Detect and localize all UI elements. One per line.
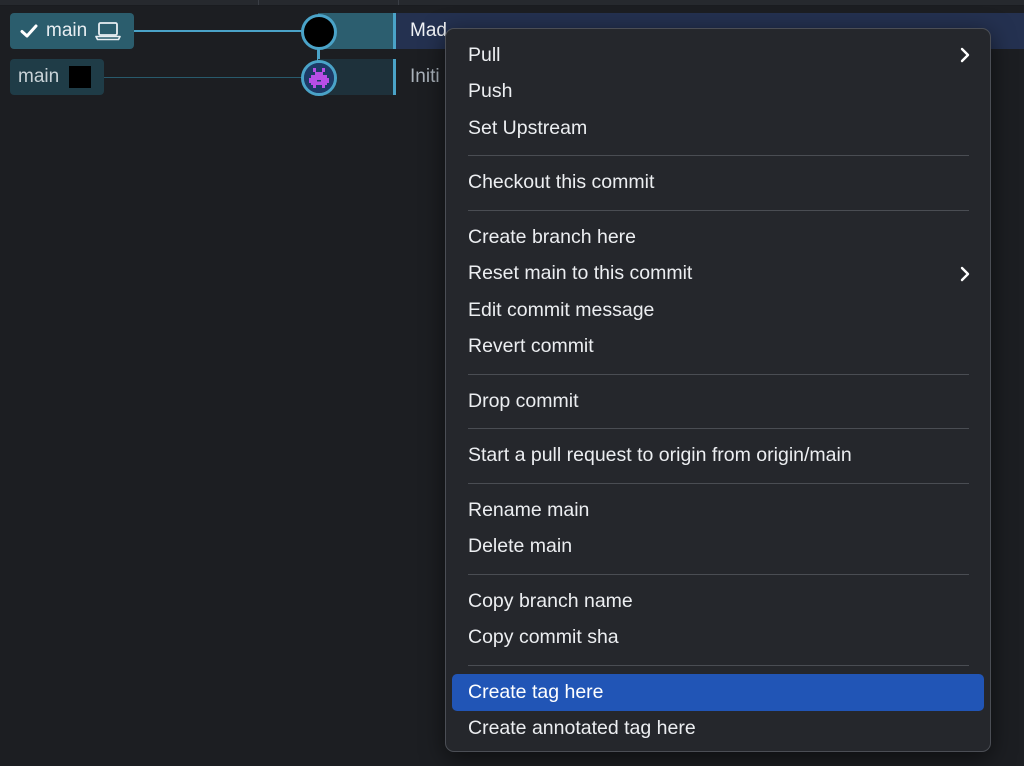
menu-item-label: Copy commit sha [468, 626, 619, 649]
menu-item-create-branch-here[interactable]: Create branch here [452, 219, 984, 256]
menu-item-label: Edit commit message [468, 298, 655, 321]
commit-node-avatar[interactable] [301, 14, 337, 50]
menu-item-set-upstream[interactable]: Set Upstream [452, 110, 984, 147]
menu-item-create-tag-here[interactable]: Create tag here [452, 674, 984, 711]
menu-separator [468, 664, 969, 666]
branch-connector-line [134, 30, 302, 32]
branch-badge-local-main[interactable]: main [10, 13, 134, 49]
menu-item-label: Rename main [468, 498, 590, 521]
menu-item-push[interactable]: Push [452, 74, 984, 111]
menu-separator [468, 155, 969, 156]
menu-item-label: Pull [468, 43, 501, 66]
graph-header [0, 0, 1024, 6]
menu-item-label: Drop commit [468, 389, 579, 412]
branch-badge-remote-main[interactable]: main [10, 59, 104, 95]
menu-item-label: Delete main [468, 535, 573, 558]
laptop-icon [95, 22, 121, 41]
column-divider[interactable] [258, 0, 259, 5]
menu-item-label: Set Upstream [468, 116, 588, 139]
pixel-avatar-icon [304, 63, 334, 93]
check-icon [20, 24, 38, 38]
remote-avatar-icon [69, 66, 92, 88]
menu-item-checkout-this-commit[interactable]: Checkout this commit [452, 165, 984, 202]
branch-connector-line [104, 77, 302, 78]
commit-context-menu: Pull Push Set Upstream Checkout this commit… [445, 28, 991, 752]
menu-item-label: Reset main to this commit [468, 262, 693, 285]
menu-item-edit-commit-message[interactable]: Edit commit message [452, 292, 984, 329]
menu-separator [468, 209, 969, 211]
menu-item-reset-main-to-this-commit[interactable]: Reset main to this commit [452, 256, 984, 293]
menu-item-label: Copy branch name [468, 589, 633, 612]
menu-item-pull[interactable]: Pull [452, 37, 984, 74]
branch-label: main [18, 66, 60, 87]
menu-item-rename-main[interactable]: Rename main [452, 492, 984, 529]
commit-node-avatar[interactable] [301, 60, 337, 96]
menu-item-copy-branch-name[interactable]: Copy branch name [452, 583, 984, 620]
menu-item-create-annotated-tag-here[interactable]: Create annotated tag here [452, 711, 984, 748]
menu-separator [468, 373, 969, 375]
chevron-right-icon [960, 266, 970, 281]
menu-item-delete-main[interactable]: Delete main [452, 529, 984, 566]
menu-separator [468, 428, 969, 429]
menu-separator [468, 482, 969, 484]
commit-message: Mad [410, 20, 447, 41]
column-divider[interactable] [398, 0, 399, 5]
menu-item-label: Revert commit [468, 335, 594, 358]
menu-item-drop-commit[interactable]: Drop commit [452, 383, 984, 420]
menu-item-label: Push [468, 80, 513, 103]
menu-item-start-a-pull-request-to-origin-from-origin-main[interactable]: Start a pull request to origin from orig… [452, 438, 984, 475]
commit-message: Initi [410, 66, 440, 87]
menu-item-label: Create annotated tag here [468, 717, 696, 740]
branch-label: main [46, 20, 88, 41]
menu-separator [468, 573, 969, 575]
menu-item-label: Checkout this commit [468, 171, 655, 194]
menu-item-copy-commit-sha[interactable]: Copy commit sha [452, 620, 984, 657]
menu-item-label: Start a pull request to origin from orig… [468, 444, 852, 467]
chevron-right-icon [960, 48, 970, 63]
menu-item-revert-commit[interactable]: Revert commit [452, 329, 984, 366]
menu-item-label: Create tag here [468, 680, 604, 703]
menu-item-label: Create branch here [468, 225, 637, 248]
